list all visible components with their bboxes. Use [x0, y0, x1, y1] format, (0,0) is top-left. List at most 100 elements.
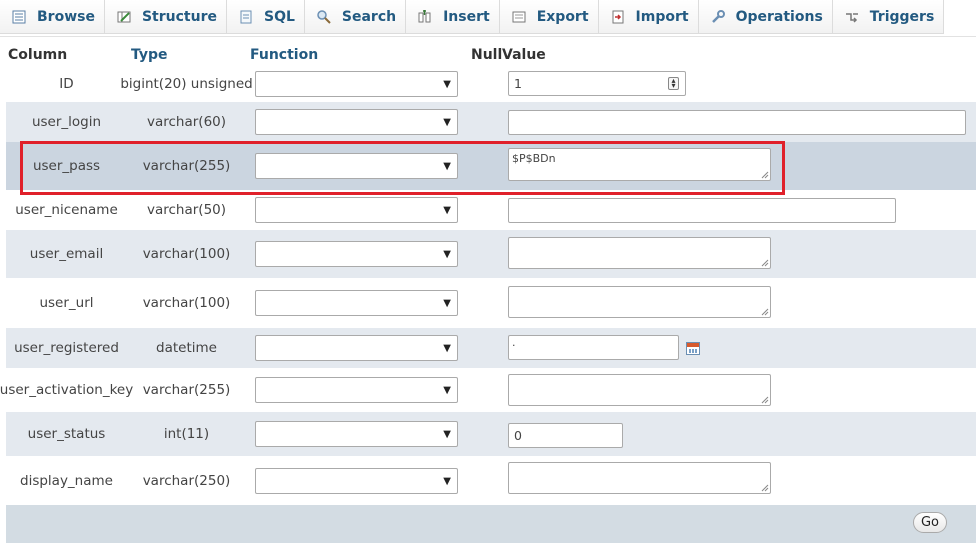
column-headers: Column Type Function Null Value: [0, 45, 976, 65]
dropdown-arrow-icon: ▼: [443, 429, 451, 440]
column-name: user_pass: [32, 158, 101, 174]
tab-insert[interactable]: Insert: [406, 0, 500, 34]
table-row: ID bigint(20) unsigned ▼: [6, 66, 976, 102]
tab-search[interactable]: Search: [304, 0, 407, 34]
user-status-input[interactable]: 0: [508, 423, 623, 448]
user-email-textarea[interactable]: [508, 237, 771, 269]
import-icon: [610, 9, 626, 25]
value-text: ·: [512, 339, 516, 352]
value-text: 1: [514, 76, 522, 91]
go-button[interactable]: Go: [913, 512, 947, 533]
tab-operations[interactable]: Operations: [698, 0, 833, 34]
function-select[interactable]: ▼: [255, 197, 458, 223]
function-select[interactable]: ▼: [255, 109, 458, 135]
tab-label: Export: [536, 8, 589, 25]
function-select[interactable]: ▼: [255, 290, 458, 316]
header-type[interactable]: Type: [131, 47, 168, 63]
tab-sql[interactable]: SQL: [226, 0, 305, 34]
tab-label: Operations: [735, 8, 823, 25]
dropdown-arrow-icon: ▼: [443, 205, 451, 216]
tab-triggers[interactable]: Triggers: [832, 0, 945, 34]
triggers-icon: [844, 9, 860, 25]
table-row: display_name varchar(250) ▼: [6, 456, 976, 505]
tab-label: Import: [635, 8, 689, 25]
id-input[interactable]: 1 ▴ ▾: [508, 71, 686, 96]
function-select[interactable]: ▼: [255, 153, 458, 179]
column-name: ID: [59, 76, 74, 92]
user-pass-textarea[interactable]: $P$BDn: [508, 148, 771, 181]
number-spinner-icon[interactable]: ▴ ▾: [668, 77, 679, 90]
column-type: varchar(255): [142, 382, 231, 398]
column-type: varchar(255): [142, 158, 231, 174]
function-select[interactable]: ▼: [255, 467, 458, 494]
tab-label: Insert: [443, 8, 490, 25]
user-nicename-input[interactable]: [508, 198, 896, 223]
browse-icon: [11, 9, 27, 25]
column-type: varchar(60): [146, 114, 227, 130]
user-login-input[interactable]: [508, 110, 966, 135]
dropdown-arrow-icon: ▼: [443, 79, 451, 90]
wrench-icon: [710, 9, 726, 25]
column-type: datetime: [156, 340, 217, 356]
dropdown-arrow-icon: ▼: [443, 249, 451, 260]
tab-export[interactable]: Export: [499, 0, 599, 34]
dropdown-arrow-icon: ▼: [443, 475, 451, 487]
dropdown-arrow-icon: ▼: [443, 117, 451, 128]
tab-browse[interactable]: Browse: [0, 0, 105, 34]
function-select[interactable]: ▼: [255, 421, 458, 447]
column-name: user_status: [27, 426, 106, 442]
tab-bar: Browse Structure SQL Search Insert Expor…: [0, 0, 976, 37]
column-name: user_login: [31, 114, 102, 130]
user-url-textarea[interactable]: [508, 286, 771, 318]
dropdown-arrow-icon: ▼: [443, 161, 451, 172]
display-name-textarea[interactable]: [508, 462, 771, 494]
value-text: 0: [514, 428, 522, 443]
user-activation-key-textarea[interactable]: [508, 374, 771, 406]
column-type: varchar(50): [146, 202, 227, 218]
column-type: int(11): [163, 426, 210, 442]
resize-handle-icon[interactable]: [761, 396, 769, 404]
dropdown-arrow-icon: ▼: [443, 298, 451, 309]
column-type: bigint(20) unsigned: [120, 76, 253, 92]
header-null: Null: [471, 47, 503, 63]
sql-icon: [238, 9, 254, 25]
table-row: user_registered datetime ▼: [6, 328, 976, 368]
resize-handle-icon[interactable]: [761, 484, 769, 492]
table-row: user_url varchar(100) ▼: [6, 278, 976, 328]
tab-structure[interactable]: Structure: [104, 0, 227, 34]
function-select[interactable]: ▼: [255, 71, 458, 97]
table-row: user_email varchar(100) ▼: [6, 230, 976, 278]
resize-handle-icon[interactable]: [761, 259, 769, 267]
tab-label: SQL: [263, 8, 295, 25]
export-icon: [511, 9, 527, 25]
dropdown-arrow-icon: ▼: [443, 385, 451, 396]
tab-label: Structure: [141, 8, 217, 25]
tab-label: Triggers: [869, 8, 935, 25]
column-name: user_url: [39, 295, 94, 311]
header-column: Column: [8, 47, 68, 63]
resize-handle-icon[interactable]: [761, 171, 769, 179]
function-select[interactable]: ▼: [255, 241, 458, 267]
column-name: display_name: [20, 472, 113, 489]
column-name: user_registered: [14, 340, 119, 356]
dropdown-arrow-icon: ▼: [443, 343, 451, 354]
table-row: user_status int(11) ▼: [6, 412, 976, 456]
tab-label: Browse: [37, 8, 95, 25]
tab-label: Search: [341, 8, 397, 25]
insert-icon: [417, 9, 433, 25]
column-name: user_nicename: [15, 202, 118, 218]
column-type: varchar(250): [142, 472, 231, 489]
column-type: varchar(100): [142, 246, 231, 262]
header-function[interactable]: Function: [250, 47, 318, 63]
calendar-icon[interactable]: [686, 342, 700, 355]
resize-handle-icon[interactable]: [761, 308, 769, 316]
search-icon: [316, 9, 332, 25]
function-select[interactable]: ▼: [255, 335, 458, 361]
footer-bar: [6, 505, 976, 543]
header-value: Value: [502, 47, 546, 63]
function-select[interactable]: ▼: [255, 377, 458, 403]
column-name: user_email: [29, 246, 104, 262]
value-text: $P$BDn: [512, 152, 556, 165]
tab-import[interactable]: Import: [598, 0, 699, 34]
user-registered-input[interactable]: ·: [508, 335, 679, 360]
